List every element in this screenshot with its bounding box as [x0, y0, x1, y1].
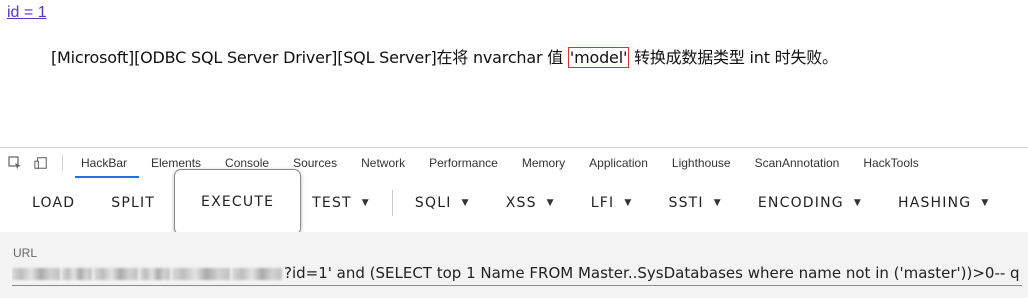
chevron-down-icon: ▼ — [624, 198, 633, 208]
device-toolbar-icon[interactable] — [34, 156, 48, 170]
error-prefix: [Microsoft][ODBC SQL Server Driver][SQL … — [51, 48, 568, 67]
toolbar-divider — [62, 155, 63, 171]
xss-label: XSS — [505, 195, 537, 211]
tab-hacktools[interactable]: HackTools — [851, 148, 930, 178]
split-label: SPLIT — [111, 195, 156, 211]
blurred-host — [12, 264, 284, 282]
url-query: ?id=1' and (SELECT top 1 Name FROM Maste… — [284, 264, 1020, 282]
error-suffix: 转换成数据类型 int 时失败。 — [629, 48, 838, 67]
load-label: LOAD — [32, 195, 76, 211]
encoding-label: ENCODING — [757, 195, 844, 211]
split-button[interactable]: SPLIT — [93, 184, 173, 222]
tab-performance[interactable]: Performance — [417, 148, 510, 178]
toolbar-divider — [391, 190, 393, 216]
execute-label: EXECUTE — [201, 194, 275, 210]
sqli-label: SQLI — [414, 195, 452, 211]
test-dropdown[interactable]: TEST ▼ — [308, 184, 388, 222]
load-button[interactable]: LOAD — [0, 184, 93, 222]
tab-hackbar[interactable]: HackBar — [75, 148, 140, 178]
sqli-dropdown[interactable]: SQLI ▼ — [397, 184, 488, 222]
execute-button[interactable]: EXECUTE — [175, 170, 301, 234]
lfi-dropdown[interactable]: LFI ▼ — [573, 184, 651, 222]
hashing-dropdown[interactable]: HASHING ▼ — [880, 184, 1008, 222]
page: id = 1 [Microsoft][ODBC SQL Server Drive… — [0, 0, 1028, 298]
chevron-down-icon: ▼ — [361, 198, 370, 208]
tab-scanannotation[interactable]: ScanAnnotation — [743, 148, 852, 178]
tab-application[interactable]: Application — [577, 148, 660, 178]
tab-lighthouse[interactable]: Lighthouse — [660, 148, 743, 178]
chevron-down-icon: ▼ — [713, 198, 722, 208]
id-link[interactable]: id = 1 — [7, 4, 47, 22]
tab-memory[interactable]: Memory — [510, 148, 577, 178]
test-label: TEST — [312, 195, 352, 211]
url-panel: URL ?id=1' and (SELECT top 1 Name FROM M… — [0, 232, 1028, 298]
sql-error-message: [Microsoft][ODBC SQL Server Driver][SQL … — [51, 44, 838, 68]
lfi-label: LFI — [590, 195, 615, 211]
ssti-label: SSTI — [668, 195, 704, 211]
encoding-dropdown[interactable]: ENCODING ▼ — [740, 184, 880, 222]
inspect-icon[interactable] — [8, 156, 22, 170]
devtools-tab-bar: HackBar Elements Console Sources Network… — [0, 147, 1028, 178]
hackbar-toolbar: LOAD SPLIT EXECUTE TEST ▼ SQLI ▼ XSS ▼ LFI ▼… — [0, 170, 1028, 234]
xss-dropdown[interactable]: XSS ▼ — [488, 184, 573, 222]
chevron-down-icon: ▼ — [981, 198, 990, 208]
hashing-label: HASHING — [897, 195, 972, 211]
url-label: URL — [13, 246, 38, 260]
error-highlight: 'model' — [567, 47, 630, 68]
url-input[interactable]: ?id=1' and (SELECT top 1 Name FROM Maste… — [12, 261, 1022, 286]
chevron-down-icon: ▼ — [853, 198, 862, 208]
tab-network[interactable]: Network — [349, 148, 417, 178]
chevron-down-icon: ▼ — [461, 198, 470, 208]
ssti-dropdown[interactable]: SSTI ▼ — [651, 184, 740, 222]
chevron-down-icon: ▼ — [546, 198, 555, 208]
